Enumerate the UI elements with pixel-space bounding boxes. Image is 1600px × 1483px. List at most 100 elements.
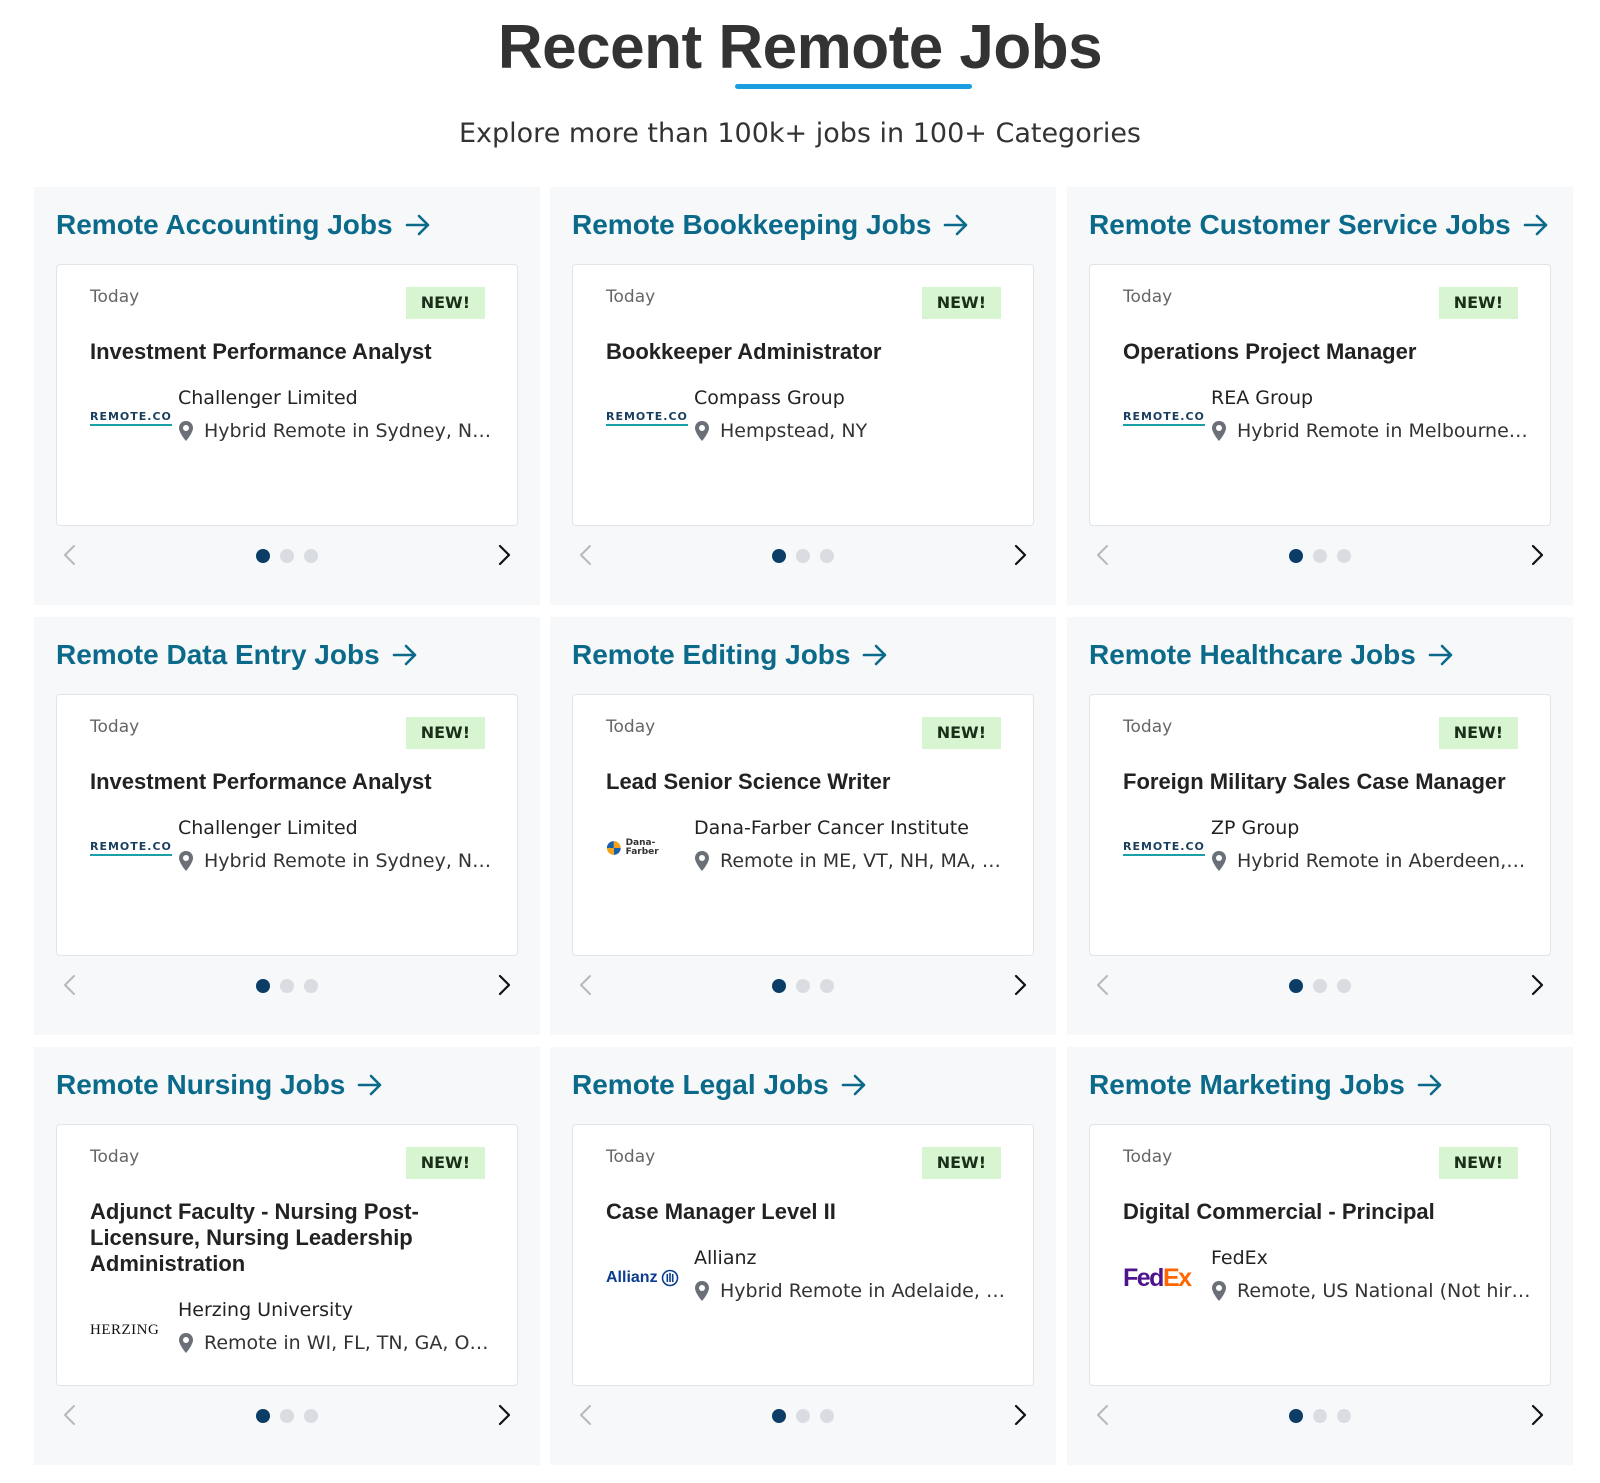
company-logo: REMOTE.CO: [90, 403, 172, 433]
posted-date: Today: [606, 287, 656, 307]
job-card[interactable]: Today NEW! Bookkeeper Administrator REMO…: [572, 264, 1034, 526]
job-location: Hybrid Remote in Aberdeen, MD: [1211, 850, 1531, 872]
job-location-text: Remote, US National (Not hiring in all s…: [1237, 1280, 1531, 1302]
carousel-dot[interactable]: [1289, 979, 1303, 993]
job-title[interactable]: Investment Performance Analyst: [90, 339, 490, 365]
job-card[interactable]: Today NEW! Foreign Military Sales Case M…: [1089, 694, 1551, 956]
job-title[interactable]: Operations Project Manager: [1123, 339, 1523, 365]
carousel-dot[interactable]: [796, 549, 810, 563]
carousel-dot[interactable]: [304, 979, 318, 993]
job-location: Hempstead, NY: [694, 420, 1014, 442]
job-location-text: Hempstead, NY: [720, 420, 868, 442]
category-link[interactable]: Remote Customer Service Jobs: [1089, 207, 1549, 243]
category-link[interactable]: Remote Accounting Jobs: [56, 207, 431, 243]
posted-date: Today: [90, 1147, 140, 1167]
dana-farber-emblem-icon: [606, 841, 621, 855]
category-link[interactable]: Remote Healthcare Jobs: [1089, 637, 1454, 673]
location-pin-icon: [695, 851, 709, 871]
company-row: REMOTE.CO Challenger Limited Hybrid Remo…: [90, 817, 510, 887]
posted-date: Today: [90, 287, 140, 307]
carousel-next-button[interactable]: [1010, 543, 1030, 567]
location-pin-icon: [695, 1281, 709, 1301]
job-card[interactable]: Today NEW! Digital Commercial - Principa…: [1089, 1124, 1551, 1386]
carousel-dot[interactable]: [1313, 979, 1327, 993]
carousel-dot[interactable]: [256, 979, 270, 993]
company-name: Compass Group: [694, 387, 845, 409]
carousel-dot[interactable]: [796, 979, 810, 993]
arrow-right-icon: [1523, 214, 1548, 236]
category-link[interactable]: Remote Nursing Jobs: [56, 1067, 383, 1103]
company-logo: REMOTE.CO: [1123, 403, 1205, 433]
carousel-dot[interactable]: [1337, 979, 1351, 993]
company-logo: Allianz: [606, 1263, 680, 1293]
carousel-dot[interactable]: [820, 1409, 834, 1423]
job-card[interactable]: Today NEW! Case Manager Level II Allianz…: [572, 1124, 1034, 1386]
job-title[interactable]: Investment Performance Analyst: [90, 769, 490, 795]
carousel-dot[interactable]: [772, 549, 786, 563]
category-link-label: Remote Bookkeeping Jobs: [572, 209, 932, 240]
category-link[interactable]: Remote Legal Jobs: [572, 1067, 867, 1103]
carousel-next-button[interactable]: [1010, 973, 1030, 997]
carousel-dot[interactable]: [280, 549, 294, 563]
carousel-dot[interactable]: [304, 549, 318, 563]
carousel-next-button[interactable]: [1010, 1403, 1030, 1427]
carousel-dot[interactable]: [772, 979, 786, 993]
carousel-dot[interactable]: [772, 1409, 786, 1423]
carousel-dot[interactable]: [1337, 1409, 1351, 1423]
job-location-text: Hybrid Remote in Adelaide, SA, Australia: [720, 1280, 1014, 1302]
job-card[interactable]: Today NEW! Investment Performance Analys…: [56, 264, 518, 526]
category-link[interactable]: Remote Data Entry Jobs: [56, 637, 418, 673]
new-badge: NEW!: [1438, 287, 1518, 319]
job-card[interactable]: Today NEW! Investment Performance Analys…: [56, 694, 518, 956]
job-title[interactable]: Bookkeeper Administrator: [606, 339, 1006, 365]
allianz-logo-text: Allianz: [606, 1269, 679, 1287]
carousel-dot[interactable]: [796, 1409, 810, 1423]
category-link-label: Remote Marketing Jobs: [1089, 1069, 1405, 1100]
carousel-next-button[interactable]: [1527, 543, 1547, 567]
carousel-dots: [550, 979, 1056, 993]
carousel-dot[interactable]: [1313, 1409, 1327, 1423]
job-location-text: Remote in WI, FL, TN, GA, OH, MN: [204, 1332, 498, 1354]
category-link[interactable]: Remote Marketing Jobs: [1089, 1067, 1443, 1103]
carousel-dots: [1067, 979, 1573, 993]
company-logo: REMOTE.CO: [1123, 833, 1205, 863]
new-badge: NEW!: [405, 287, 485, 319]
new-badge: NEW!: [1438, 717, 1518, 749]
carousel-dot[interactable]: [256, 549, 270, 563]
job-location: Remote in WI, FL, TN, GA, OH, MN: [178, 1332, 498, 1354]
job-title[interactable]: Adjunct Faculty - Nursing Post-Licensure…: [90, 1199, 490, 1277]
category-link[interactable]: Remote Editing Jobs: [572, 637, 888, 673]
carousel-dot[interactable]: [280, 979, 294, 993]
arrow-right-icon: [1428, 644, 1453, 666]
carousel-next-button[interactable]: [494, 543, 514, 567]
carousel-dot[interactable]: [1337, 549, 1351, 563]
carousel-dot[interactable]: [304, 1409, 318, 1423]
carousel-dot[interactable]: [820, 549, 834, 563]
carousel-next-button[interactable]: [494, 973, 514, 997]
company-row: HERZING Herzing University Remote in WI,…: [90, 1299, 510, 1369]
job-title[interactable]: Digital Commercial - Principal: [1123, 1199, 1523, 1225]
job-card[interactable]: Today NEW! Adjunct Faculty - Nursing Pos…: [56, 1124, 518, 1386]
carousel-dot[interactable]: [280, 1409, 294, 1423]
carousel-next-button[interactable]: [494, 1403, 514, 1427]
carousel-next-button[interactable]: [1527, 973, 1547, 997]
company-logo: REMOTE.CO: [90, 833, 172, 863]
posted-date: Today: [1123, 717, 1173, 737]
job-title[interactable]: Lead Senior Science Writer: [606, 769, 1006, 795]
carousel-dot[interactable]: [256, 1409, 270, 1423]
job-title[interactable]: Case Manager Level II: [606, 1199, 1006, 1225]
carousel-dot[interactable]: [1289, 549, 1303, 563]
carousel-dot[interactable]: [1313, 549, 1327, 563]
job-card[interactable]: Today NEW! Lead Senior Science Writer Da…: [572, 694, 1034, 956]
job-card[interactable]: Today NEW! Operations Project Manager RE…: [1089, 264, 1551, 526]
job-title[interactable]: Foreign Military Sales Case Manager: [1123, 769, 1523, 795]
company-name: Allianz: [694, 1247, 757, 1269]
carousel-dot[interactable]: [820, 979, 834, 993]
company-row: REMOTE.CO Compass Group Hempstead, NY: [606, 387, 1026, 457]
category-link[interactable]: Remote Bookkeeping Jobs: [572, 207, 969, 243]
company-row: Dana-Farber Dana-Farber Cancer Institute…: [606, 817, 1026, 887]
carousel-next-button[interactable]: [1527, 1403, 1547, 1427]
carousel-dot[interactable]: [1289, 1409, 1303, 1423]
job-location: Remote, US National (Not hiring in all s…: [1211, 1280, 1531, 1302]
carousel-dots: [34, 549, 540, 563]
